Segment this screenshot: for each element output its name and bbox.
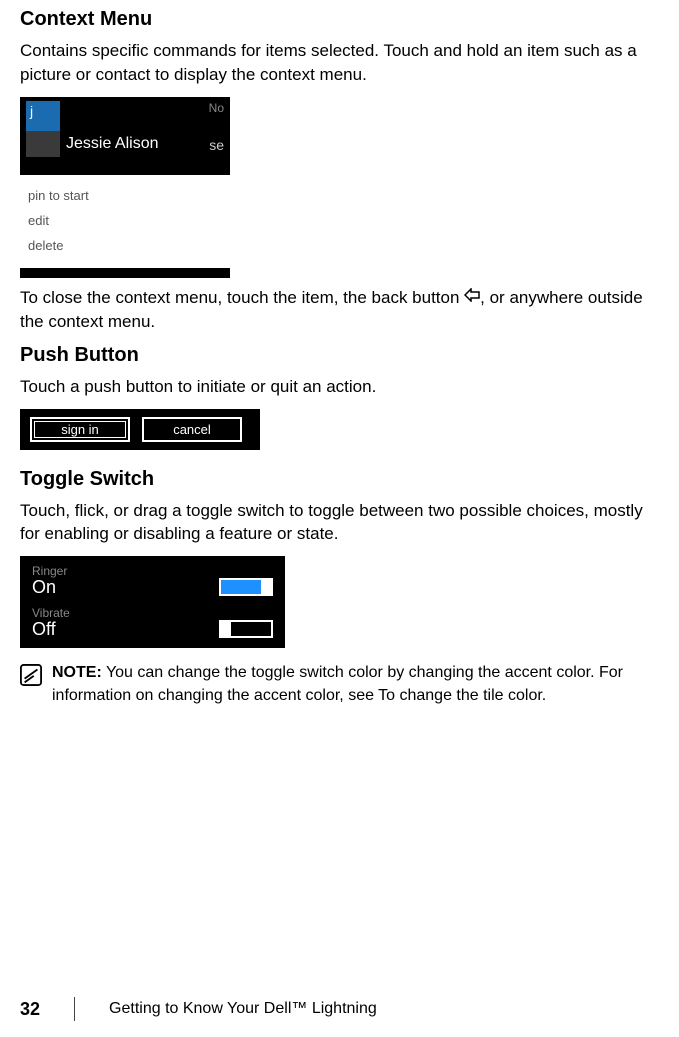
note-block: NOTE: You can change the toggle switch c… xyxy=(20,662,659,707)
context-menu-screenshot: j Jessie Alison No se pin to start edit … xyxy=(20,97,230,278)
ringer-label: Ringer xyxy=(32,564,67,578)
cancel-button[interactable]: cancel xyxy=(142,417,242,442)
section-heading-context-menu: Context Menu xyxy=(20,8,659,31)
page-footer: 32 Getting to Know Your Dell™ Lightning xyxy=(20,997,377,1021)
ringer-state: On xyxy=(32,578,67,596)
push-button-desc: Touch a push button to initiate or quit … xyxy=(20,375,659,399)
section-heading-toggle-switch: Toggle Switch xyxy=(20,468,659,491)
note-text: NOTE: You can change the toggle switch c… xyxy=(52,662,659,707)
context-menu-item-pin[interactable]: pin to start xyxy=(28,183,222,208)
vibrate-state: Off xyxy=(32,620,70,638)
context-menu-item-edit[interactable]: edit xyxy=(28,208,222,233)
vibrate-label: Vibrate xyxy=(32,606,70,620)
toggle-switch-desc: Touch, flick, or drag a toggle switch to… xyxy=(20,499,659,547)
back-arrow-icon xyxy=(464,285,480,309)
ringer-toggle[interactable] xyxy=(219,578,273,596)
context-menu-close-desc: To close the context menu, touch the ite… xyxy=(20,286,659,334)
context-menu-item-delete[interactable]: delete xyxy=(28,233,222,258)
sign-in-button[interactable]: sign in xyxy=(30,417,130,442)
context-menu-desc: Contains specific commands for items sel… xyxy=(20,39,659,87)
contact-name: Jessie Alison xyxy=(66,135,159,153)
push-button-screenshot: sign in cancel xyxy=(20,409,260,450)
truncated-text-1: No xyxy=(209,101,224,115)
note-icon xyxy=(20,664,42,686)
truncated-text-2: se xyxy=(209,137,224,153)
vibrate-toggle[interactable] xyxy=(219,620,273,638)
toggle-switch-screenshot: Ringer On Vibrate Off xyxy=(20,556,285,648)
contact-avatar-placeholder xyxy=(26,131,60,157)
page-number: 32 xyxy=(20,999,40,1020)
footer-separator xyxy=(74,997,75,1021)
section-heading-push-button: Push Button xyxy=(20,344,659,367)
contact-tile-icon: j xyxy=(26,101,60,135)
footer-title: Getting to Know Your Dell™ Lightning xyxy=(109,1000,377,1018)
